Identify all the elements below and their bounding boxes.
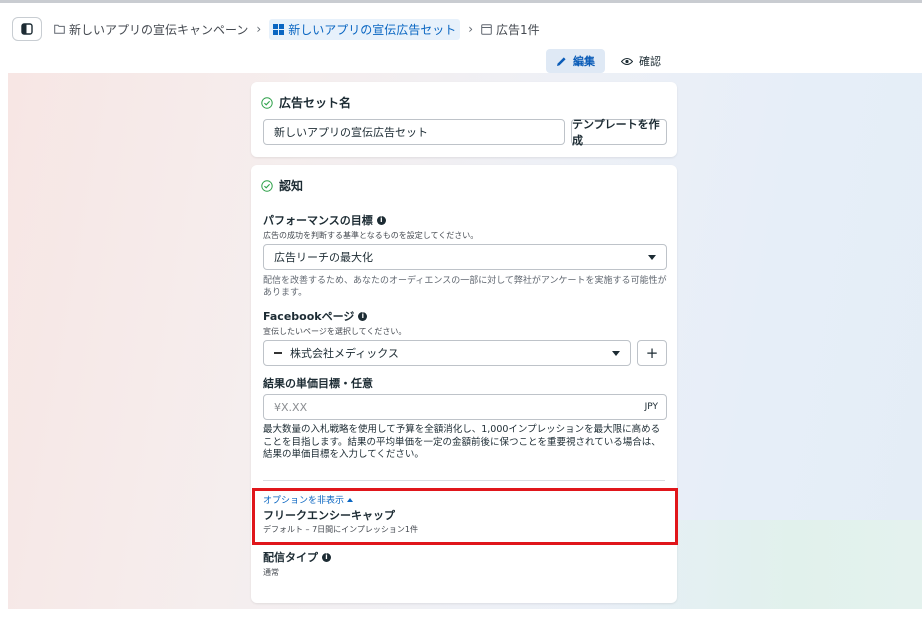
section-divider (263, 480, 665, 481)
tab-review[interactable]: 確認 (611, 49, 671, 73)
facebook-page-label-text: Facebookページ (263, 310, 355, 323)
breadcrumb-ad[interactable]: 広告1件 (481, 21, 540, 38)
tab-edit[interactable]: 編集 (546, 49, 605, 73)
ad-icon (481, 23, 492, 35)
info-icon[interactable]: i (322, 552, 331, 562)
awareness-title: 認知 (279, 179, 304, 193)
facebook-page-select[interactable]: 株式会社メディックス (263, 340, 631, 366)
breadcrumb-ad-label: 広告1件 (496, 22, 540, 37)
check-circle-icon (261, 179, 273, 192)
delivery-type-label: 配信タイプ i (263, 549, 331, 565)
currency-label: JPY (644, 402, 658, 412)
create-template-button[interactable]: テンプレートを作成 (571, 118, 667, 147)
cost-per-result-input[interactable]: ¥X.XX JPY (263, 394, 667, 420)
adset-name-header: 広告セット名 (261, 94, 351, 111)
highlight-box (252, 488, 678, 545)
mode-tabs: 編集 確認 (546, 49, 671, 73)
grid-icon (273, 23, 285, 35)
pencil-icon (557, 56, 566, 66)
chevron-down-icon (648, 255, 656, 260)
awareness-header: 認知 (261, 177, 303, 194)
chevron-right-icon: › (468, 22, 474, 36)
adset-name-title: 広告セット名 (279, 96, 352, 110)
performance-goal-select[interactable]: 広告リーチの最大化 (263, 244, 667, 270)
info-icon[interactable]: i (376, 215, 386, 225)
performance-goal-label-text: パフォーマンスの目標 (263, 214, 373, 227)
eye-icon (621, 57, 633, 65)
top-bar: 新しいアプリの宣伝キャンペーン › 新しいアプリの宣伝広告セット › 広告1件 … (0, 3, 922, 73)
breadcrumb-adset-label: 新しいアプリの宣伝広告セット (288, 22, 457, 37)
breadcrumb-campaign[interactable]: 新しいアプリの宣伝キャンペーン (54, 21, 248, 38)
adset-name-value: 新しいアプリの宣伝広告セット (274, 126, 428, 139)
tab-review-label: 確認 (639, 55, 661, 68)
chevron-right-icon: › (256, 22, 262, 36)
sidebar-icon (21, 23, 33, 35)
cost-per-result-label: 結果の単価目標・任意 (263, 377, 373, 390)
folder-icon (54, 24, 65, 34)
adset-name-card: 広告セット名 新しいアプリの宣伝広告セット テンプレートを作成 (251, 82, 677, 157)
sidebar-toggle-button[interactable] (12, 17, 42, 41)
adset-name-input[interactable]: 新しいアプリの宣伝広告セット (263, 119, 565, 145)
check-circle-icon (261, 96, 273, 109)
page-logo-icon (274, 352, 282, 354)
facebook-page-label: Facebookページ i (263, 308, 368, 324)
info-icon[interactable]: i (358, 311, 368, 321)
breadcrumb: 新しいアプリの宣伝キャンペーン › 新しいアプリの宣伝広告セット › 広告1件 (54, 17, 540, 41)
add-page-button[interactable]: + (637, 340, 667, 366)
delivery-type-value: 通常 (263, 568, 279, 577)
facebook-page-description: 宣伝したいページを選択してください。 (263, 327, 407, 336)
performance-goal-note: 配信を改善するため、あなたのオーディエンスの一部に対して弊社がアンケートを実施す… (263, 276, 667, 298)
breadcrumb-campaign-label: 新しいアプリの宣伝キャンペーン (69, 22, 249, 37)
breadcrumb-adset[interactable]: 新しいアプリの宣伝広告セット (269, 18, 461, 40)
performance-goal-description: 広告の成功を判断する基準となるものを設定してください。 (263, 231, 479, 240)
delivery-type-label-text: 配信タイプ (263, 551, 318, 564)
chevron-down-icon (612, 351, 620, 356)
tab-edit-label: 編集 (573, 55, 595, 68)
cost-per-result-placeholder: ¥X.XX (274, 400, 308, 414)
facebook-page-selected: 株式会社メディックス (290, 347, 399, 360)
cost-per-result-help: 最大数量の入札戦略を使用して予算を全額消化し、1,000インプレッションを最大限… (263, 424, 661, 460)
performance-goal-selected: 広告リーチの最大化 (274, 251, 373, 264)
performance-goal-label: パフォーマンスの目標 i (263, 212, 386, 228)
